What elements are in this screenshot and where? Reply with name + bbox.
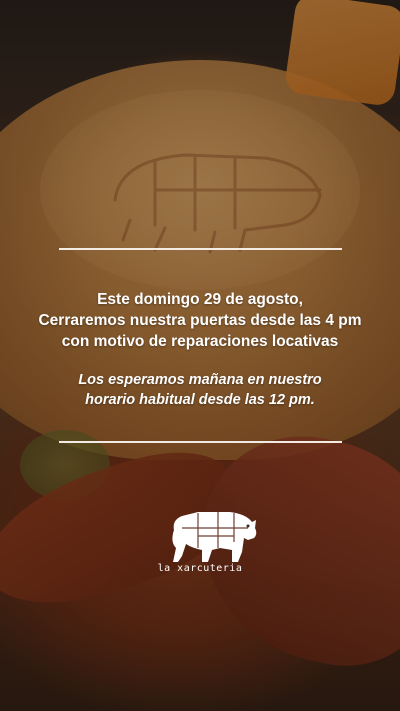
announcement-line: Cerraremos nuestra puertas desde las 4 p… bbox=[38, 312, 362, 329]
divider-top bbox=[59, 248, 342, 250]
story-card: Este domingo 29 de agosto, Cerraremos nu… bbox=[0, 0, 400, 711]
note-line: horario habitual desde las 12 pm. bbox=[85, 392, 315, 408]
pig-icon bbox=[172, 512, 257, 562]
branded-pig-mark bbox=[113, 153, 322, 254]
divider-bottom bbox=[59, 441, 342, 443]
note-text: Los esperamos mañana en nuestro horario … bbox=[0, 370, 400, 410]
photo-overlay bbox=[0, 0, 400, 711]
brand-name: la xarcuteria bbox=[157, 563, 243, 574]
note-line: Los esperamos mañana en nuestro bbox=[78, 372, 322, 388]
announcement-text: Este domingo 29 de agosto, Cerraremos nu… bbox=[0, 289, 400, 352]
announcement-line: Este domingo 29 de agosto, bbox=[97, 291, 303, 308]
announcement-line: con motivo de reparaciones locativas bbox=[61, 333, 339, 350]
